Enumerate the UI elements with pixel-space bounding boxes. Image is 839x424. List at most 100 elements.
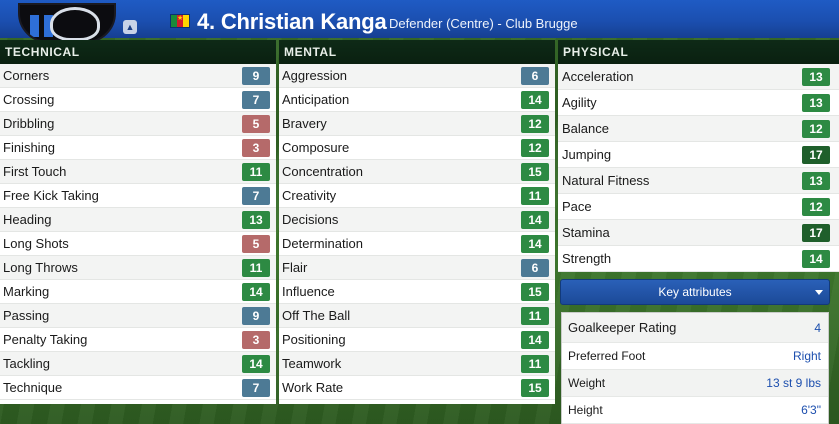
info-value[interactable]: 6'3": [801, 397, 821, 424]
attribute-value-badge: 14: [242, 355, 270, 373]
attribute-value-badge: 15: [521, 163, 549, 181]
attribute-label: Pace: [562, 199, 592, 214]
info-value[interactable]: Right: [793, 343, 821, 370]
attribute-value-badge: 14: [802, 250, 830, 268]
club-brugge-badge-icon[interactable]: [18, 3, 116, 43]
attribute-row[interactable]: Acceleration 13: [558, 64, 839, 90]
attribute-row[interactable]: Tackling 14: [0, 352, 276, 376]
attribute-label: Determination: [282, 236, 363, 251]
physical-panel: PHYSICAL Acceleration 13 Agility 13 Balance 1…: [558, 40, 839, 272]
attribute-label: Technique: [3, 380, 63, 395]
attribute-value-badge: 6: [521, 259, 549, 277]
attribute-value-badge: 6: [521, 67, 549, 85]
attribute-row[interactable]: Corners 9: [0, 64, 276, 88]
attribute-row[interactable]: Crossing 7: [0, 88, 276, 112]
physical-list: Acceleration 13 Agility 13 Balance 12 Jumping 1…: [558, 64, 839, 272]
attribute-label: Influence: [282, 284, 335, 299]
info-label: Height: [568, 403, 603, 417]
attribute-value-badge: 14: [521, 235, 549, 253]
attribute-row[interactable]: Influence 15: [279, 280, 555, 304]
attribute-label: Marking: [3, 284, 50, 299]
attribute-row[interactable]: Technique 7: [0, 376, 276, 400]
attribute-row[interactable]: Agility 13: [558, 90, 839, 116]
info-row: Goalkeeper Rating 4: [562, 313, 828, 343]
key-attributes-label: Key attributes: [658, 285, 732, 299]
attribute-row[interactable]: Stamina 17: [558, 220, 839, 246]
technical-panel: TECHNICAL Corners 9 Crossing 7 Dribbling 5 Fin…: [0, 40, 276, 404]
mental-panel: MENTAL Aggression 6 Anticipation 14 Bravery 1…: [279, 40, 555, 404]
attribute-row[interactable]: Aggression 6: [279, 64, 555, 88]
attribute-label: Concentration: [282, 164, 363, 179]
technical-header: TECHNICAL: [0, 40, 276, 64]
attribute-row[interactable]: Creativity 11: [279, 184, 555, 208]
attribute-value-badge: 11: [521, 307, 549, 325]
info-row: Weight 13 st 9 lbs: [562, 370, 828, 397]
attribute-row[interactable]: Work Rate 15: [279, 376, 555, 400]
cameroon-flag-icon: [170, 14, 190, 28]
attribute-label: Composure: [282, 140, 350, 155]
attribute-label: Long Throws: [3, 260, 78, 275]
attribute-label: Agility: [562, 95, 597, 110]
attribute-label: Penalty Taking: [3, 332, 88, 347]
attribute-row[interactable]: Teamwork 11: [279, 352, 555, 376]
attribute-row[interactable]: First Touch 11: [0, 160, 276, 184]
key-attributes-dropdown[interactable]: Key attributes: [560, 279, 830, 305]
attribute-row[interactable]: Natural Fitness 13: [558, 168, 839, 194]
attribute-row[interactable]: Balance 12: [558, 116, 839, 142]
attribute-row[interactable]: Decisions 14: [279, 208, 555, 232]
attribute-row[interactable]: Penalty Taking 3: [0, 328, 276, 352]
mental-list: Aggression 6 Anticipation 14 Bravery 12 Compos…: [279, 64, 555, 400]
info-row: Preferred Foot Right: [562, 343, 828, 370]
attribute-row[interactable]: Anticipation 14: [279, 88, 555, 112]
attribute-row[interactable]: Off The Ball 11: [279, 304, 555, 328]
attribute-row[interactable]: Concentration 15: [279, 160, 555, 184]
attribute-label: Aggression: [282, 68, 348, 83]
attribute-label: Balance: [562, 121, 609, 136]
attribute-label: Finishing: [3, 140, 56, 155]
attribute-value-badge: 7: [242, 91, 270, 109]
attribute-row[interactable]: Passing 9: [0, 304, 276, 328]
attribute-label: Bravery: [282, 116, 327, 131]
attribute-row[interactable]: Composure 12: [279, 136, 555, 160]
attribute-label: Decisions: [282, 212, 339, 227]
attribute-value-badge: 17: [802, 146, 830, 164]
attribute-row[interactable]: Heading 13: [0, 208, 276, 232]
attribute-value-badge: 12: [802, 120, 830, 138]
attribute-row[interactable]: Marking 14: [0, 280, 276, 304]
attribute-value-badge: 17: [802, 224, 830, 242]
attribute-row[interactable]: Long Shots 5: [0, 232, 276, 256]
chevron-down-icon: [815, 290, 823, 295]
attribute-value-badge: 7: [242, 187, 270, 205]
info-row: Height 6'3": [562, 397, 828, 424]
technical-list: Corners 9 Crossing 7 Dribbling 5 Finishing 3 Fir…: [0, 64, 276, 400]
attribute-value-badge: 13: [802, 172, 830, 190]
attribute-row[interactable]: Determination 14: [279, 232, 555, 256]
attribute-row[interactable]: Pace 12: [558, 194, 839, 220]
player-role[interactable]: Defender (Centre) - Club Brugge: [389, 16, 578, 31]
attribute-label: Acceleration: [562, 69, 634, 84]
attribute-row[interactable]: Bravery 12: [279, 112, 555, 136]
attribute-row[interactable]: Positioning 14: [279, 328, 555, 352]
attribute-value-badge: 5: [242, 235, 270, 253]
attribute-row[interactable]: Long Throws 11: [0, 256, 276, 280]
collapse-icon[interactable]: ▲: [123, 20, 137, 34]
attribute-row[interactable]: Dribbling 5: [0, 112, 276, 136]
attribute-label: Anticipation: [282, 92, 350, 107]
attribute-row[interactable]: Free Kick Taking 7: [0, 184, 276, 208]
attribute-label: Tackling: [3, 356, 50, 371]
info-value[interactable]: 4: [814, 313, 821, 343]
player-header: ▲ 4. Christian Kanga Defender (Centre) -…: [0, 0, 839, 43]
attribute-row[interactable]: Flair 6: [279, 256, 555, 280]
attribute-value-badge: 13: [802, 68, 830, 86]
info-value[interactable]: 13 st 9 lbs: [766, 370, 821, 397]
attribute-value-badge: 9: [242, 67, 270, 85]
attribute-row[interactable]: Finishing 3: [0, 136, 276, 160]
attribute-label: Natural Fitness: [562, 173, 650, 188]
attribute-label: Positioning: [282, 332, 346, 347]
attribute-row[interactable]: Strength 14: [558, 246, 839, 272]
attribute-row[interactable]: Jumping 17: [558, 142, 839, 168]
attribute-label: Corners: [3, 68, 50, 83]
attribute-label: Strength: [562, 251, 612, 266]
attribute-label: Crossing: [3, 92, 55, 107]
attribute-value-badge: 11: [242, 259, 270, 277]
